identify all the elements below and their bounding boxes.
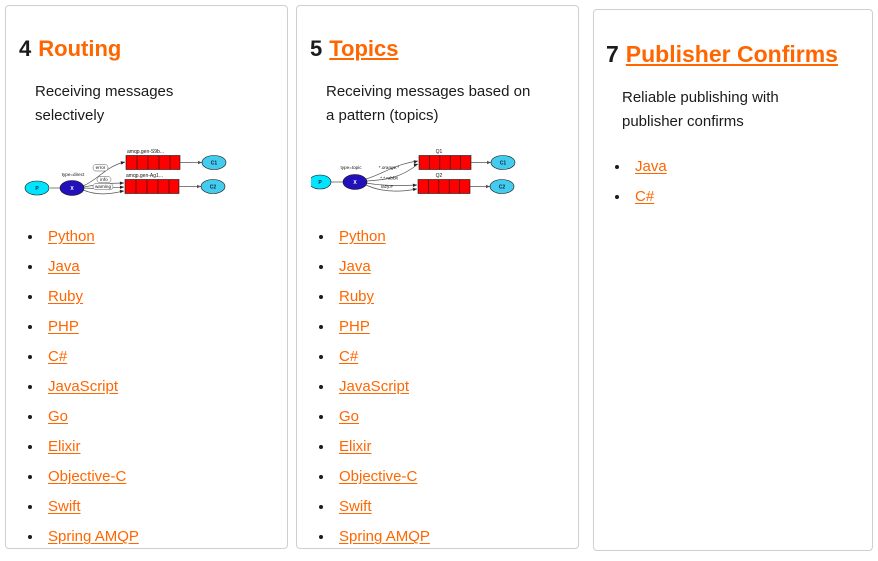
tutorial-language-list-topics: Python Java Ruby PHP C# JavaScript Go El… [297,208,578,548]
queue-top [125,155,181,170]
list-item[interactable]: Ruby [23,282,287,312]
list-item[interactable]: Swift [314,492,578,522]
lang-link-csharp[interactable]: C# [339,348,358,365]
list-item[interactable]: Swift [23,492,287,522]
producer-node: P [24,180,50,196]
lang-link-swift[interactable]: Swift [339,498,372,515]
tutorial-card-routing[interactable]: 4Routing Receiving messages selectively [5,5,288,549]
list-item[interactable]: Objective-C [23,462,287,492]
list-item[interactable]: Java [23,252,287,282]
lang-link-csharp[interactable]: C# [635,188,654,205]
list-item[interactable]: C# [23,342,287,372]
lang-link-ruby[interactable]: Ruby [48,288,83,305]
lang-link-java[interactable]: Java [339,258,371,275]
binding-key-label: error [96,165,106,170]
lang-link-ruby[interactable]: Ruby [339,288,374,305]
topic-exchange-diagram: type=topic *.orange.* *.*.rabbit lazy.# … [297,128,578,208]
list-item[interactable]: Spring AMQP [314,522,578,548]
list-item[interactable]: C# [610,182,872,212]
binding-key-label: *.orange.* [379,165,400,170]
list-item[interactable]: JavaScript [23,372,287,402]
queue-label: Q1 [436,149,443,155]
tutorial-cards-board: 4Routing Receiving messages selectively [0,0,878,561]
binding-key-label: *.*.rabbit [380,176,398,181]
lang-link-elixir[interactable]: Elixir [48,438,81,455]
queue-label: Q2 [436,173,443,179]
queue-bottom [417,179,471,194]
exchange-node: X [342,174,368,190]
exchange-type-label: type=direct [62,172,85,177]
consumer-label: C1 [500,161,507,167]
lang-link-php[interactable]: PHP [48,318,79,335]
lang-link-java[interactable]: Java [635,158,667,175]
tutorial-card-topics[interactable]: 5 Topics Receiving messages based on a pa… [296,5,579,549]
queue-label: amqp.gen-Ag1... [126,173,163,179]
binding-key-label: warning [95,184,112,189]
direct-exchange-diagram: error info warning type=direct amqp.gen-… [6,128,287,208]
lang-link-javascript[interactable]: JavaScript [48,378,118,395]
lang-link-go[interactable]: Go [339,408,359,425]
card-number: 4 [19,36,32,61]
tutorial-language-list-routing: Python Java Ruby PHP C# JavaScript Go El… [6,208,287,548]
lang-link-go[interactable]: Go [48,408,68,425]
list-item[interactable]: Java [610,152,872,182]
consumer-label: C2 [499,185,506,191]
consumer-label: C2 [210,185,217,191]
card-description-topics: Receiving messages based on a pattern (t… [326,82,531,124]
list-item[interactable]: PHP [23,312,287,342]
list-item[interactable]: Go [314,402,578,432]
lang-link-javascript[interactable]: JavaScript [339,378,409,395]
lang-link-swift[interactable]: Swift [48,498,81,515]
lang-link-php[interactable]: PHP [339,318,370,335]
queue-top [418,155,472,170]
card-title-link-publisher-confirms[interactable]: Publisher Confirms [626,41,838,67]
tutorial-card-publisher-confirms[interactable]: 7 Publisher Confirms Reliable publishing … [593,9,873,551]
list-item[interactable]: Spring AMQP [23,522,287,548]
producer-node: P [311,174,332,190]
queue-bottom [124,179,180,194]
list-item[interactable]: Python [314,222,578,252]
exchange-type-label: type=topic [340,165,362,170]
list-item[interactable]: Objective-C [314,462,578,492]
list-item[interactable]: Elixir [314,432,578,462]
consumer-label: C1 [211,161,218,167]
lang-link-spring-amqp[interactable]: Spring AMQP [339,528,430,545]
list-item[interactable]: PHP [314,312,578,342]
card-title-link-topics[interactable]: Topics [329,36,398,61]
lang-link-objective-c[interactable]: Objective-C [339,468,417,485]
binding-key-label: lazy.# [381,184,393,189]
lang-link-elixir[interactable]: Elixir [339,438,372,455]
consumer-node-2: C2 [200,179,226,194]
card-title-topics: 5 Topics [297,6,578,63]
binding-key-label: info [100,177,108,182]
card-title-link-routing[interactable]: Routing [38,36,121,61]
card-description-publisher-confirms: Reliable publishing with publisher confi… [622,88,779,131]
list-item[interactable]: Ruby [314,282,578,312]
queue-label: amqp.gen-S9b... [127,149,164,155]
tutorial-language-list-publisher-confirms: Java C# [594,134,872,212]
card-title-routing: 4 Routing [6,6,287,63]
consumer-node-2: C2 [489,179,515,194]
lang-link-python[interactable]: Python [339,228,386,245]
exchange-node: X [59,180,85,196]
consumer-node-1: C1 [490,155,516,170]
lang-link-objective-c[interactable]: Objective-C [48,468,126,485]
lang-link-java[interactable]: Java [48,258,80,275]
lang-link-spring-amqp[interactable]: Spring AMQP [48,528,139,545]
list-item[interactable]: C# [314,342,578,372]
list-item[interactable]: JavaScript [314,372,578,402]
card-number: 7 [606,41,619,67]
card-title-publisher-confirms: 7 Publisher Confirms [594,10,872,69]
consumer-node-1: C1 [201,155,227,170]
lang-link-python[interactable]: Python [48,228,95,245]
card-description-routing: Receiving messages selectively [35,82,174,124]
list-item[interactable]: Python [23,222,287,252]
lang-link-csharp[interactable]: C# [48,348,67,365]
card-number: 5 [310,36,323,61]
list-item[interactable]: Elixir [23,432,287,462]
list-item[interactable]: Go [23,402,287,432]
list-item[interactable]: Java [314,252,578,282]
